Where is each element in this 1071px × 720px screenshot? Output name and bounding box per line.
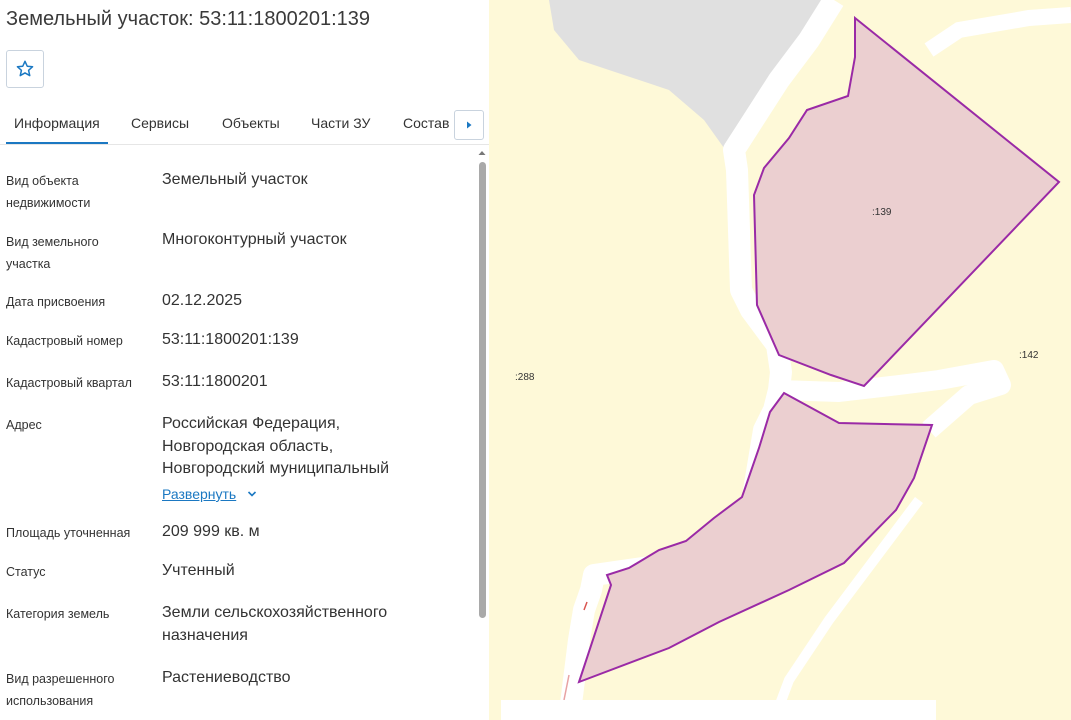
- map-label-139: :139: [872, 207, 892, 218]
- tab-services[interactable]: Сервисы: [131, 104, 189, 144]
- field-label-area: Площадь уточненная: [6, 526, 131, 540]
- map-label-142: :142: [1019, 350, 1039, 361]
- caret-right-icon: [467, 121, 472, 129]
- tab-parcel-parts[interactable]: Части ЗУ: [311, 104, 370, 144]
- tab-bar: Информация Сервисы Объекты Части ЗУ Сост…: [0, 104, 489, 145]
- field-value-address: Российская Федерация, Новгородская облас…: [162, 415, 389, 477]
- tab-composition[interactable]: Состав: [403, 104, 449, 144]
- field-label-cadastral-number: Кадастровый номер: [6, 334, 123, 348]
- map-bottom-bar: [501, 700, 936, 720]
- tab-objects[interactable]: Объекты: [222, 104, 280, 144]
- field-value-object-type: Земельный участок: [162, 171, 308, 188]
- map-view[interactable]: :139 :288 :142: [489, 0, 1071, 720]
- star-icon: [16, 60, 34, 77]
- field-value-status: Учтенный: [162, 562, 235, 579]
- favorite-button[interactable]: [6, 50, 44, 88]
- field-value-cadastral-quarter: 53:11:1800201: [162, 373, 268, 390]
- field-label-status: Статус: [6, 565, 46, 579]
- chevron-down-icon: [248, 491, 257, 497]
- map-label-288: :288: [515, 372, 535, 383]
- field-label-land-category: Категория земель: [6, 607, 110, 621]
- field-value-area: 209 999 кв. м: [162, 523, 260, 540]
- caret-up-icon[interactable]: [477, 148, 487, 158]
- page-title: Земельный участок: 53:11:1800201:139: [6, 8, 371, 30]
- map-canvas[interactable]: :139 :288 :142: [489, 0, 1071, 720]
- tab-information[interactable]: Информация: [6, 104, 108, 144]
- scrollbar[interactable]: [479, 162, 487, 622]
- tabs-next-button[interactable]: [454, 110, 484, 140]
- scrollbar-thumb[interactable]: [479, 162, 486, 618]
- field-label-parcel-type: Вид земельного участка: [6, 235, 99, 271]
- field-value-land-category: Земли сельскохозяйственного назначения: [162, 604, 388, 644]
- field-value-parcel-type: Многоконтурный участок: [162, 231, 347, 248]
- field-label-object-type: Вид объекта недвижимости: [6, 174, 91, 210]
- info-panel: Земельный участок: 53:11:1800201:139 Инф…: [0, 0, 489, 720]
- field-label-permitted-use: Вид разрешенного использования: [6, 672, 115, 708]
- field-value-permitted-use: Растениеводство: [162, 669, 291, 686]
- field-value-assign-date: 02.12.2025: [162, 292, 243, 309]
- address-expand-link[interactable]: Развернуть: [162, 486, 258, 502]
- field-label-cadastral-quarter: Кадастровый квартал: [6, 376, 132, 390]
- field-label-address: Адрес: [6, 418, 42, 432]
- address-expand-label: Развернуть: [162, 486, 237, 502]
- field-label-assign-date: Дата присвоения: [6, 295, 106, 309]
- field-value-cadastral-number: 53:11:1800201:139: [162, 331, 299, 348]
